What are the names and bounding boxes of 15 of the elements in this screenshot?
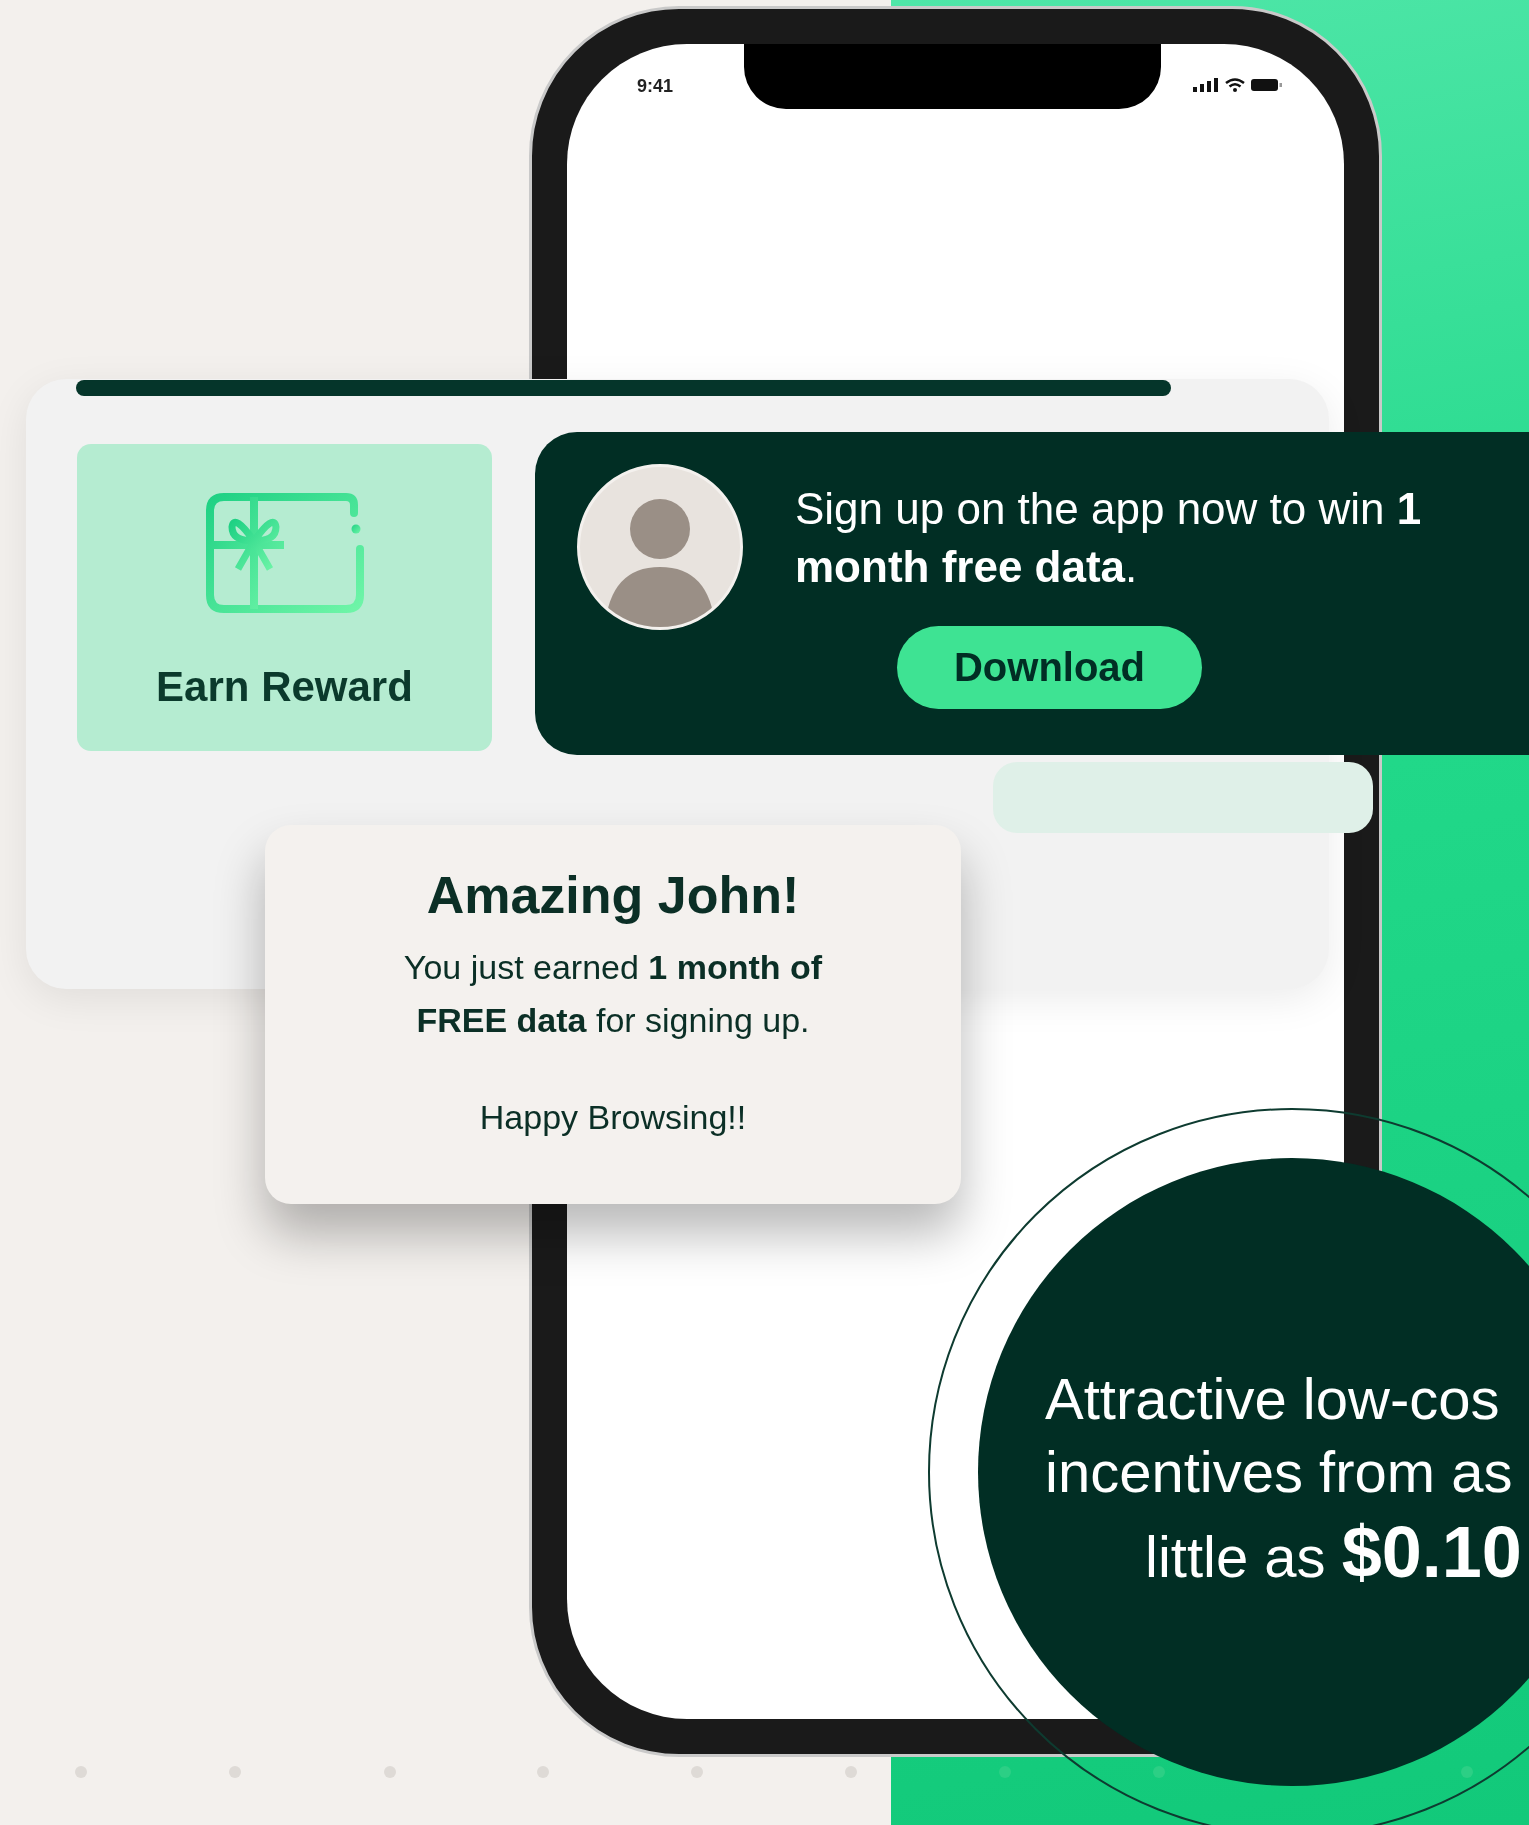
promo-message: Sign up on the app now to win 1 month free data. — [795, 483, 1423, 593]
status-time: 9:41 — [637, 76, 674, 97]
tagline-text: Attractive low-cos — [1045, 1365, 1500, 1433]
reward-tile[interactable]: Earn Reward — [77, 444, 492, 751]
popup-message: You just earned 1 month of FREE data for signing up. — [402, 947, 824, 1041]
signal-icon — [1193, 78, 1220, 92]
download-button[interactable]: Download — [897, 626, 1202, 709]
popup-title: Amazing John! — [426, 865, 800, 926]
tagline-text: incentives from as — [1045, 1438, 1513, 1506]
tagline-text: little as $0.10 — [1145, 1511, 1522, 1594]
gift-card-icon — [203, 493, 366, 613]
wifi-icon — [1225, 78, 1245, 92]
popup-footer: Happy Browsing!! — [479, 1097, 747, 1137]
battery-icon — [1251, 78, 1283, 92]
earn-reward-label: Earn Reward — [156, 663, 413, 711]
